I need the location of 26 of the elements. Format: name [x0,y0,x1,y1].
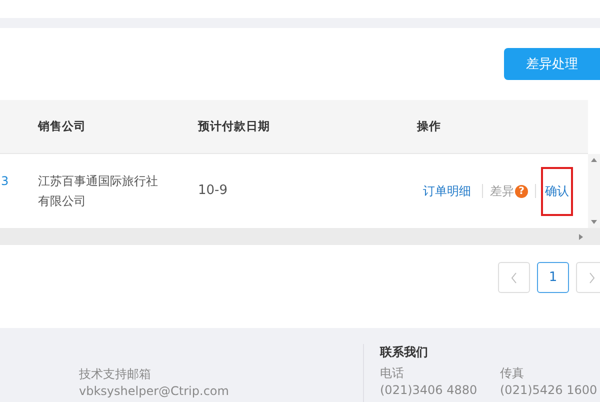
table-cell-text: 10-9 [198,182,229,200]
action-link[interactable]: 确认 [541,166,573,216]
vertical-scrollbar[interactable] [588,154,600,228]
column-header: 操作 [417,119,442,134]
scroll-up-icon[interactable] [590,157,598,163]
page-button[interactable]: 1 [537,262,569,293]
scroll-right-icon[interactable] [578,232,584,240]
support-label: 技术支持邮箱 [79,366,152,383]
table-cell-text: 3 [0,174,10,188]
discrepancy-button[interactable]: 差异处理 [504,48,600,80]
chevron-right-icon [588,272,596,284]
contact-number: (021)3406 4880 [380,382,478,399]
action-link[interactable]: 订单明细 [417,178,477,204]
column-header: 销售公司 [38,119,87,134]
horizontal-scrollbar[interactable] [0,228,600,245]
support-email: vbksyshelper@Ctrip.com [79,383,230,400]
help-icon[interactable]: ? [515,184,528,198]
discrepancy-label: 差异 [490,182,514,200]
contact-label: 电话 [380,365,405,382]
contact-number: (021)5426 1600 [500,382,598,399]
table-cell-text: 江苏百事通国际旅行社有限公司 [38,173,159,210]
contact-title: 联系我们 [380,344,429,361]
contact-label: 传真 [500,365,525,382]
column-header: 预计付款日期 [198,119,271,134]
chevron-left-icon [510,272,518,284]
scroll-down-icon[interactable] [590,219,598,225]
